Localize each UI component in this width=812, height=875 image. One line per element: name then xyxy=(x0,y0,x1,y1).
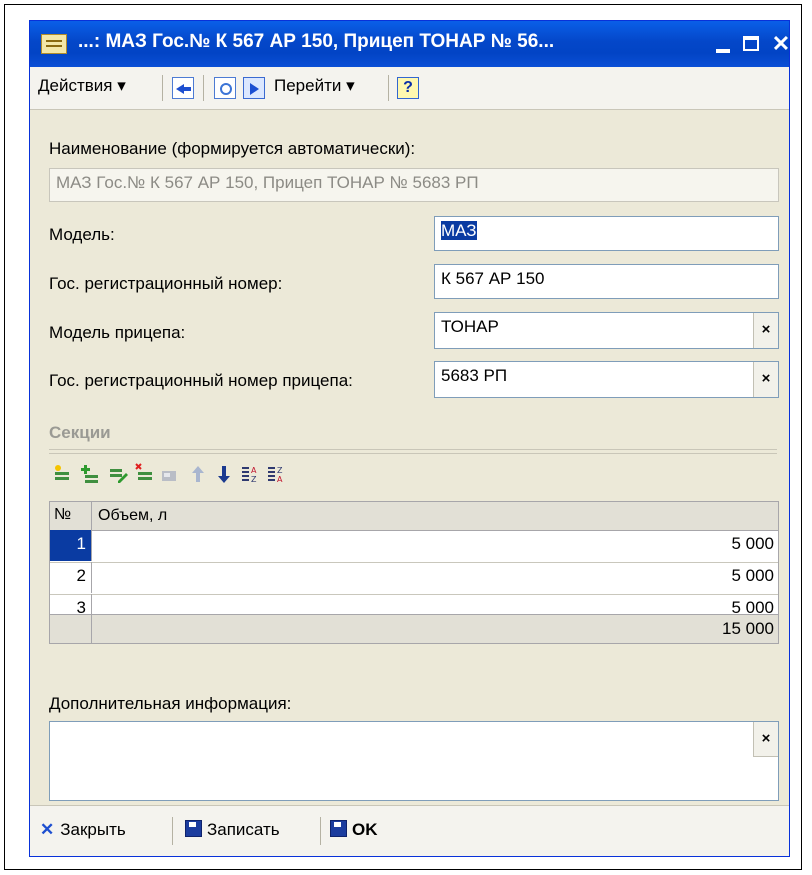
actions-menu[interactable]: Действия ▾ xyxy=(38,76,126,96)
goto-icon[interactable] xyxy=(243,77,265,99)
table-row[interactable]: 1 5 000 xyxy=(50,530,778,563)
sections-table[interactable]: № Объем, л 1 5 000 2 5 000 3 5 000 15 00… xyxy=(49,501,779,644)
svg-text:Z: Z xyxy=(251,475,257,484)
close-window-button[interactable]: ✕ xyxy=(768,32,794,56)
row-volume: 5 000 xyxy=(731,534,774,553)
edit-row-icon[interactable] xyxy=(108,463,128,485)
ok-button[interactable]: OK xyxy=(330,820,378,840)
end-edit-icon[interactable] xyxy=(160,463,180,485)
name-label: Наименование (формируется автоматически)… xyxy=(49,139,416,158)
name-field: МАЗ Гос.№ К 567 АР 150, Прицеп ТОНАР № 5… xyxy=(49,168,779,202)
reg-number-field[interactable]: К 567 АР 150 xyxy=(434,264,779,299)
minimize-button[interactable] xyxy=(710,32,736,56)
bottom-separator xyxy=(320,817,321,845)
trailer-model-field[interactable]: ТОНАР × xyxy=(434,312,779,349)
goto-menu[interactable]: Перейти ▾ xyxy=(274,76,355,96)
table-footer: 15 000 xyxy=(50,614,778,643)
bottom-bar: ✕ Закрыть Записать OK xyxy=(30,805,789,856)
extra-info-field[interactable]: × xyxy=(49,721,779,801)
sections-title: Секции xyxy=(49,423,111,442)
add-row-icon[interactable] xyxy=(52,463,72,485)
clear-trailer-reg-button[interactable]: × xyxy=(753,362,778,397)
window-title: ...: МАЗ Гос.№ К 567 АР 150, Прицеп ТОНА… xyxy=(78,31,555,52)
bottom-separator xyxy=(172,817,173,845)
svg-text:A: A xyxy=(251,466,257,475)
row-volume: 5 000 xyxy=(731,566,774,585)
total-volume: 15 000 xyxy=(722,619,774,638)
refresh-icon[interactable] xyxy=(214,77,236,99)
clear-trailer-model-button[interactable]: × xyxy=(753,313,778,348)
save-icon xyxy=(185,820,202,837)
save-button-label: Записать xyxy=(207,820,280,839)
move-down-icon[interactable] xyxy=(214,463,234,485)
toolbar-separator xyxy=(162,75,163,101)
table-header: № Объем, л xyxy=(50,502,778,531)
sort-descending-icon[interactable]: ZA xyxy=(266,463,286,485)
toolbar-separator xyxy=(203,75,204,101)
reg-number-label: Гос. регистрационный номер: xyxy=(49,274,283,293)
save-button[interactable]: Записать xyxy=(185,820,280,840)
model-value: МАЗ xyxy=(441,221,477,240)
svg-text:A: A xyxy=(277,475,283,484)
trailer-reg-label: Гос. регистрационный номер прицепа: xyxy=(49,371,353,390)
trailer-model-value: ТОНАР xyxy=(441,317,499,336)
toolbar: Действия ▾ Перейти ▾ ? xyxy=(30,67,789,110)
add-child-row-icon[interactable] xyxy=(80,463,100,485)
close-icon: ✕ xyxy=(40,820,55,839)
help-icon[interactable]: ? xyxy=(397,77,419,99)
delete-row-icon[interactable] xyxy=(134,463,154,485)
extra-info-label: Дополнительная информация: xyxy=(49,694,292,713)
trailer-reg-value: 5683 РП xyxy=(441,366,508,385)
model-field[interactable]: МАЗ xyxy=(434,216,779,251)
move-up-icon[interactable] xyxy=(188,463,208,485)
column-header-num[interactable]: № xyxy=(50,502,92,530)
section-divider xyxy=(49,449,777,454)
form-icon xyxy=(41,34,67,54)
close-button-label: Закрыть xyxy=(60,820,126,839)
title-bar[interactable]: ...: МАЗ Гос.№ К 567 АР 150, Прицеп ТОНА… xyxy=(30,21,790,67)
form-window: ...: МАЗ Гос.№ К 567 АР 150, Прицеп ТОНА… xyxy=(29,20,790,857)
row-number: 2 xyxy=(50,562,92,593)
close-button[interactable]: ✕ Закрыть xyxy=(40,820,126,840)
sort-ascending-icon[interactable]: AZ xyxy=(240,463,260,485)
row-number: 1 xyxy=(50,530,92,561)
maximize-button[interactable] xyxy=(738,32,764,56)
clear-extra-info-button[interactable]: × xyxy=(753,722,778,757)
back-arrow-icon[interactable] xyxy=(172,77,194,99)
save-and-close-icon xyxy=(330,820,347,837)
model-label: Модель: xyxy=(49,225,115,244)
svg-text:Z: Z xyxy=(277,466,283,475)
trailer-model-label: Модель прицепа: xyxy=(49,323,186,342)
ok-button-label: OK xyxy=(352,820,378,839)
toolbar-separator xyxy=(388,75,389,101)
footer-num-cell xyxy=(50,615,92,643)
column-header-volume[interactable]: Объем, л xyxy=(98,507,167,525)
trailer-reg-field[interactable]: 5683 РП × xyxy=(434,361,779,398)
table-row[interactable]: 2 5 000 xyxy=(50,562,778,595)
